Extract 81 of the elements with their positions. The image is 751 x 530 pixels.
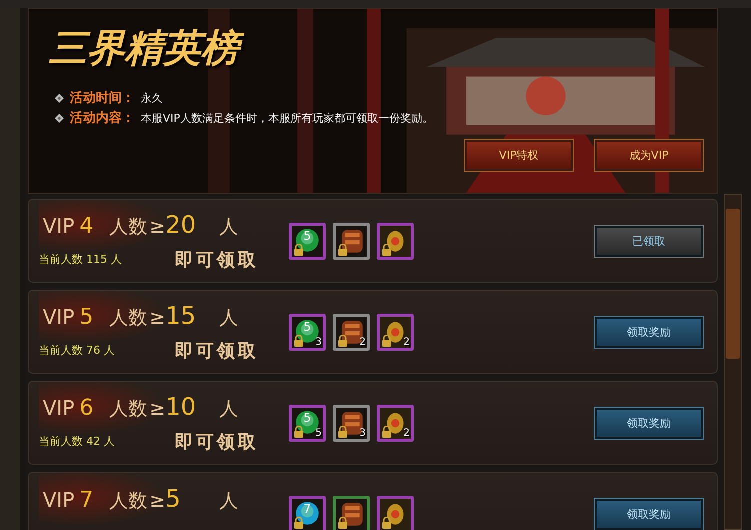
reward-slot[interactable]	[333, 496, 370, 530]
vip-button[interactable]: 成为VIP	[595, 140, 703, 171]
people-label: 人数	[110, 396, 148, 422]
vip-level: 5	[80, 304, 95, 330]
vip-label: VIP	[43, 396, 75, 420]
unit-label: 人	[220, 488, 239, 514]
info-label: 活动内容：	[70, 110, 135, 127]
ge-sign: ≥	[150, 216, 166, 238]
vip-label: VIP	[43, 488, 75, 512]
orb-number: 5	[302, 412, 312, 424]
info-value: 本服VIP人数满足条件时，本服所有玩家都可领取一份奖励。	[141, 110, 434, 126]
orb-number: 5	[302, 230, 312, 242]
diamond-icon	[55, 114, 64, 122]
ge-sign: ≥	[150, 398, 166, 420]
claim-button[interactable]: 已领取	[595, 226, 703, 256]
item-count: 2	[404, 336, 410, 348]
lantern-icon	[380, 316, 411, 348]
scroll-thumb[interactable]	[726, 209, 740, 359]
scrollbar[interactable]	[724, 194, 742, 530]
diamond-icon	[55, 94, 64, 102]
vip-level: 4	[80, 214, 95, 238]
vip-label: VIP	[43, 214, 75, 238]
threshold: 10	[166, 392, 198, 420]
current-count: 当前人数 76 人	[39, 343, 116, 358]
unit-label: 人	[220, 396, 239, 422]
ge-sign: ≥	[150, 306, 166, 328]
ge-sign: ≥	[150, 490, 166, 512]
lock-icon	[381, 426, 393, 438]
lock-icon	[337, 334, 349, 346]
lock-icon	[293, 516, 305, 528]
claim-hint: 即可领取	[175, 430, 259, 454]
lantern-icon	[380, 226, 411, 256]
info-value: 永久	[141, 90, 163, 106]
vip-label: VIP	[43, 304, 75, 328]
lock-icon	[337, 426, 349, 438]
threshold: 15	[166, 302, 198, 330]
lock-icon	[381, 244, 393, 256]
banner-title: 三界精英榜	[49, 23, 717, 74]
lock-icon	[337, 244, 349, 256]
lock-icon	[381, 516, 393, 528]
vip-button[interactable]: VIP特权	[465, 140, 573, 171]
reward-slot[interactable]	[333, 222, 370, 260]
orb-number: 5	[302, 320, 312, 332]
unit-label: 人	[220, 214, 239, 240]
reward-slot[interactable]	[377, 222, 414, 260]
threshold: 5	[166, 484, 182, 512]
current-count: 当前人数 42 人	[39, 434, 116, 449]
reward-slot[interactable]: 5 5	[289, 404, 326, 442]
info-label: 活动时间：	[70, 90, 135, 107]
lock-icon	[337, 516, 349, 528]
reward-slot[interactable]: 2	[333, 314, 370, 350]
claim-hint: 即可领取	[175, 340, 259, 362]
lock-icon	[381, 334, 393, 346]
lock-icon	[293, 244, 305, 256]
reward-slot[interactable]: 2	[377, 404, 414, 442]
reward-slot[interactable]: 3	[333, 404, 370, 442]
item-count: 3	[316, 336, 322, 348]
item-count: 2	[360, 336, 366, 348]
lantern-icon	[380, 498, 411, 530]
unit-label: 人	[220, 306, 239, 330]
people-label: 人数	[110, 214, 148, 240]
reward-slot[interactable]: 2	[377, 314, 414, 350]
vip-level: 7	[80, 488, 95, 512]
vip-level: 6	[80, 396, 95, 420]
item-count: 2	[404, 428, 410, 438]
lock-icon	[293, 426, 305, 438]
reward-slot[interactable]: 5 3	[289, 314, 326, 350]
lock-icon	[293, 334, 305, 346]
claim-button[interactable]: 领取奖励	[595, 316, 703, 348]
claim-hint: 即可领取	[175, 248, 259, 272]
threshold: 20	[166, 210, 198, 238]
claim-button[interactable]: 领取奖励	[595, 498, 703, 530]
orb-number: 7	[302, 502, 312, 514]
claim-button[interactable]: 领取奖励	[595, 408, 703, 438]
current-count: 当前人数 115 人	[39, 252, 123, 267]
reward-slot[interactable]	[377, 496, 414, 530]
item-count: 5	[316, 428, 322, 438]
lantern-icon	[380, 408, 411, 438]
item-count: 3	[360, 428, 366, 438]
people-label: 人数	[110, 306, 148, 330]
people-label: 人数	[110, 488, 148, 514]
